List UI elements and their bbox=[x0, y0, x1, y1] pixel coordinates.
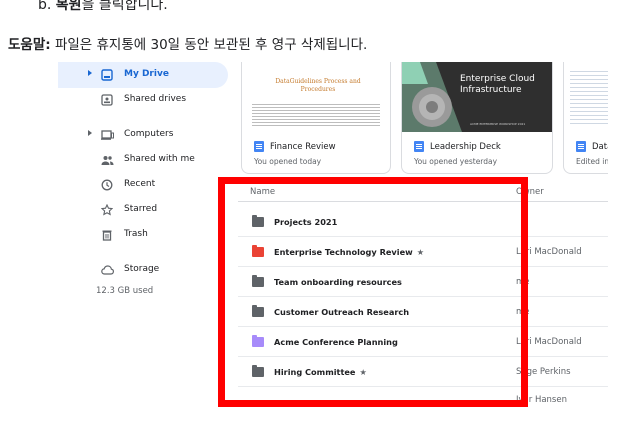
storage-used-text: 12.3 GB used bbox=[96, 286, 154, 296]
thumb-sheet-grid bbox=[570, 68, 608, 126]
thumb-title: DataGuidelines Process and Procedures bbox=[275, 78, 361, 93]
step-rest: 을 클릭합니다. bbox=[81, 0, 168, 13]
expand-caret-icon[interactable] bbox=[88, 130, 92, 136]
sidebar-item-label: My Drive bbox=[124, 69, 169, 79]
tip-text: 파일은 휴지통에 30일 동안 보관된 후 영구 삭제됩니다. bbox=[50, 37, 368, 53]
docs-file-icon bbox=[254, 141, 264, 152]
step-prefix: b. bbox=[38, 0, 56, 13]
sidebar: My Drive Shared drives Computers Shared … bbox=[58, 62, 238, 404]
file-subtitle: You opened today bbox=[254, 157, 322, 166]
people-icon bbox=[100, 153, 114, 167]
file-title: Leadership Deck bbox=[430, 142, 501, 152]
clock-icon bbox=[100, 178, 114, 192]
sidebar-item-recent[interactable]: Recent bbox=[58, 172, 228, 198]
thumb-text-lines bbox=[252, 102, 380, 128]
thumb-footer: ACME ENTERPRISE WORKSHOP 2021 bbox=[470, 122, 526, 126]
cloud-icon bbox=[100, 263, 114, 277]
file-thumbnail: DataGuidelines Process and Procedures bbox=[242, 62, 390, 132]
sidebar-item-computers[interactable]: Computers bbox=[58, 122, 228, 148]
drive-icon bbox=[100, 68, 114, 82]
file-subtitle: You opened yesterday bbox=[414, 157, 498, 166]
sidebar-item-label: Shared with me bbox=[124, 154, 195, 164]
tip-note: 도움말: 파일은 휴지통에 30일 동안 보관된 후 영구 삭제됩니다. bbox=[8, 33, 367, 53]
expand-caret-icon[interactable] bbox=[88, 70, 92, 76]
sidebar-item-label: Starred bbox=[124, 204, 158, 214]
sidebar-item-shared-with-me[interactable]: Shared with me bbox=[58, 147, 228, 173]
file-title: Data bbox=[592, 142, 608, 152]
file-thumbnail bbox=[564, 62, 608, 132]
sidebar-item-label: Storage bbox=[124, 264, 160, 274]
star-icon bbox=[100, 203, 114, 217]
slides-file-icon bbox=[414, 141, 424, 152]
sidebar-item-label: Shared drives bbox=[124, 94, 187, 104]
step-bold: 복원 bbox=[55, 0, 82, 13]
sidebar-item-label: Recent bbox=[124, 179, 156, 189]
thumb-title: Enterprise Cloud Infrastructure bbox=[460, 74, 535, 95]
sidebar-item-trash[interactable]: Trash bbox=[58, 222, 228, 248]
sidebar-item-my-drive[interactable]: My Drive bbox=[58, 62, 228, 88]
sidebar-item-label: Computers bbox=[124, 129, 174, 139]
sidebar-item-shared-drives[interactable]: Shared drives bbox=[58, 87, 228, 113]
docs-file-icon bbox=[576, 141, 586, 152]
file-card-data[interactable]: Data Edited in bbox=[563, 62, 608, 174]
file-subtitle: Edited in bbox=[576, 157, 608, 166]
trash-icon bbox=[100, 228, 114, 242]
sidebar-item-starred[interactable]: Starred bbox=[58, 197, 228, 223]
file-title: Finance Review bbox=[270, 142, 336, 152]
shared-drives-icon bbox=[100, 93, 114, 107]
highlight-box bbox=[218, 177, 528, 407]
computer-icon bbox=[100, 128, 114, 142]
file-card-leadership-deck[interactable]: Enterprise Cloud Infrastructure ACME ENT… bbox=[401, 62, 553, 174]
sidebar-item-label: Trash bbox=[124, 229, 148, 239]
tip-label: 도움말: bbox=[8, 37, 51, 53]
file-thumbnail: Enterprise Cloud Infrastructure ACME ENT… bbox=[402, 62, 552, 132]
sidebar-item-storage[interactable]: Storage bbox=[58, 257, 228, 283]
file-card-finance-review[interactable]: DataGuidelines Process and Procedures Fi… bbox=[241, 62, 391, 174]
instruction-step: b. 복원을 클릭합니다. bbox=[38, 0, 168, 14]
